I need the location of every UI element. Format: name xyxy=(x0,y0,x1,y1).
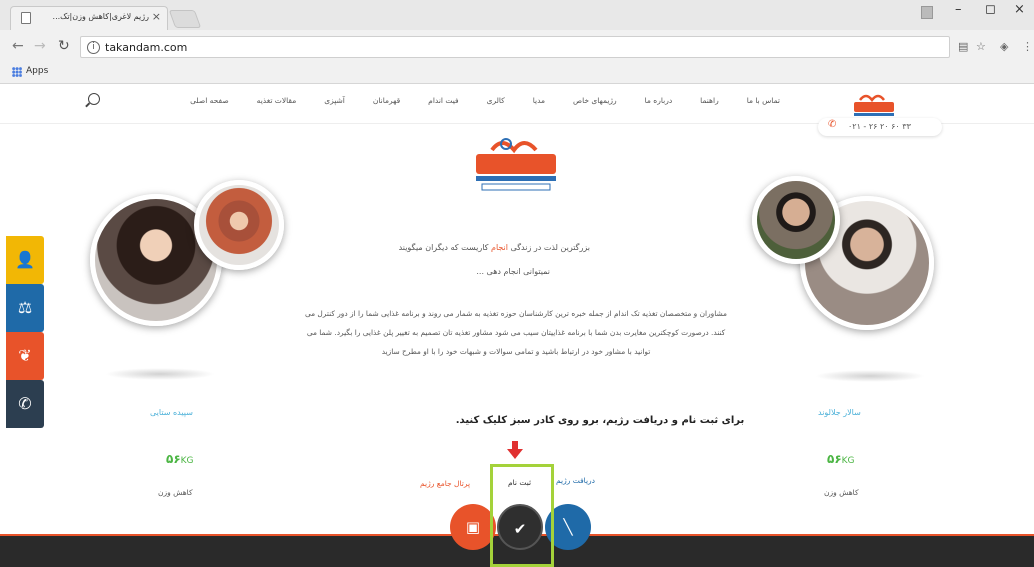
menu-item-special-diets[interactable]: رژیمهای خاص xyxy=(573,96,617,105)
left-member-name: سپیده ستایی xyxy=(150,408,193,417)
tab-strip: رژیم لاغری|کاهش وزن|تک... × – ◻ × xyxy=(0,0,1034,30)
menu-item-about[interactable]: درباره ما xyxy=(645,96,673,105)
search-icon[interactable] xyxy=(88,93,100,105)
right-photo-shadow xyxy=(815,370,925,382)
tab-title: رژیم لاغری|کاهش وزن|تک... xyxy=(52,12,149,21)
phone-call-icon: ✆ xyxy=(18,394,32,413)
browser-tab[interactable]: رژیم لاغری|کاهش وزن|تک... × xyxy=(10,6,168,30)
menu-item-media[interactable]: مدیا xyxy=(533,96,545,105)
cta-instruction: برای ثبت نام و دریافت رژیم، برو روی کادر… xyxy=(455,415,745,426)
phone-number: ۰۲۱ - ۲۶ ۲۰ ۶۰ ۳۳ xyxy=(848,122,911,131)
left-kg-unit: KG xyxy=(180,456,194,466)
phone-icon: ✆ xyxy=(828,119,837,130)
apps-grid-icon[interactable] xyxy=(12,67,22,77)
site-logo-small[interactable] xyxy=(842,90,906,120)
menu-item-champions[interactable]: قهرمانان xyxy=(373,96,400,105)
side-button-call[interactable]: ✆ xyxy=(6,380,44,428)
browser-chrome: رژیم لاغری|کاهش وزن|تک... × – ◻ × ← → ↻ … xyxy=(0,0,1034,84)
apps-bookmark[interactable]: Apps xyxy=(26,66,48,76)
red-arrow-down-icon xyxy=(507,441,523,459)
register-highlight-box xyxy=(490,464,554,567)
intro-line-2: نمیتوانی انجام دهی ... xyxy=(476,267,550,276)
left-kg-value: ۵۶ xyxy=(166,452,181,466)
menu-item-guide[interactable]: راهنما xyxy=(700,96,719,105)
bookmark-star-icon[interactable]: ☆ xyxy=(976,40,986,53)
left-member-subtitle: کاهش وزن xyxy=(158,488,193,497)
left-photo-shadow xyxy=(105,368,215,380)
consultants-description: مشاوران و متخصصان تغذیه تک اندام از جمله… xyxy=(304,309,728,356)
reload-icon[interactable]: ↻ xyxy=(58,38,70,54)
intro-after: کاریست که دیگران میگویند xyxy=(398,243,491,252)
phone-number-badge[interactable]: ✆ ۰۲۱ - ۲۶ ۲۰ ۶۰ ۳۳ xyxy=(818,118,942,136)
user-icon: 👤 xyxy=(15,250,35,269)
left-member-kg: ۵۶KG xyxy=(166,452,194,466)
right-member-subtitle: کاهش وزن xyxy=(824,488,859,497)
intro-before: بزرگترین لذت در زندگی xyxy=(508,243,590,252)
translate-icon[interactable]: ▤ xyxy=(958,40,968,53)
side-button-scale[interactable]: ⚖ xyxy=(6,284,44,332)
menu-item-fit-body[interactable]: فیت اندام xyxy=(428,96,458,105)
main-menu: صفحه اصلی مقالات تغذیه آشپزی قهرمانان فی… xyxy=(190,96,780,105)
right-member-name: سالار جلالوند xyxy=(818,408,861,417)
site-logo-large xyxy=(476,138,556,191)
portal-link[interactable]: پرتال جامع رژیم xyxy=(420,479,470,488)
intro-highlight: انجام xyxy=(490,243,508,252)
url-text: takandam.com xyxy=(105,41,188,54)
page-favicon-icon xyxy=(21,12,31,24)
site-info-icon[interactable]: i xyxy=(87,41,100,54)
menu-item-contact[interactable]: تماس با ما xyxy=(747,96,780,105)
right-kg-unit: KG xyxy=(841,456,855,466)
apple-icon: ❦ xyxy=(18,346,32,365)
extension-icon[interactable]: ◈ xyxy=(1000,40,1008,53)
browser-toolbar: ← → ↻ i takandam.com ▤ ☆ ◈ ⋮ xyxy=(0,33,1034,61)
right-secondary-photo xyxy=(752,176,840,264)
intro-quote: بزرگترین لذت در زندگی انجام کاریست که دی… xyxy=(390,236,590,284)
right-kg-value: ۵۶ xyxy=(827,452,842,466)
maximize-button[interactable]: ◻ xyxy=(985,2,996,17)
left-secondary-photo xyxy=(194,180,284,270)
bookmarks-bar: Apps xyxy=(0,62,1034,82)
side-button-profile[interactable]: 👤 xyxy=(6,236,44,284)
user-profile-icon[interactable] xyxy=(921,6,933,19)
menu-item-cooking[interactable]: آشپزی xyxy=(324,96,345,105)
right-member-kg: ۵۶KG xyxy=(827,452,855,466)
minimize-button[interactable]: – xyxy=(955,2,962,17)
back-arrow-icon[interactable]: ← xyxy=(12,38,24,54)
chrome-menu-icon[interactable]: ⋮ xyxy=(1022,40,1033,53)
menu-item-calorie[interactable]: کالری xyxy=(487,96,505,105)
menu-item-nutrition-articles[interactable]: مقالات تغذیه xyxy=(257,96,297,105)
scale-icon: ⚖ xyxy=(17,298,33,317)
forward-arrow-icon[interactable]: → xyxy=(34,38,46,54)
receive-diet-link[interactable]: دریافت رژیم xyxy=(556,476,595,485)
menu-item-home[interactable]: صفحه اصلی xyxy=(190,96,229,105)
address-bar[interactable]: i takandam.com xyxy=(80,36,950,58)
website-viewport: صفحه اصلی مقالات تغذیه آشپزی قهرمانان فی… xyxy=(0,84,1034,567)
side-button-diet[interactable]: ❦ xyxy=(6,332,44,380)
tab-close-icon[interactable]: × xyxy=(152,10,161,23)
new-tab-button[interactable] xyxy=(168,10,202,28)
close-window-button[interactable]: × xyxy=(1014,2,1025,17)
